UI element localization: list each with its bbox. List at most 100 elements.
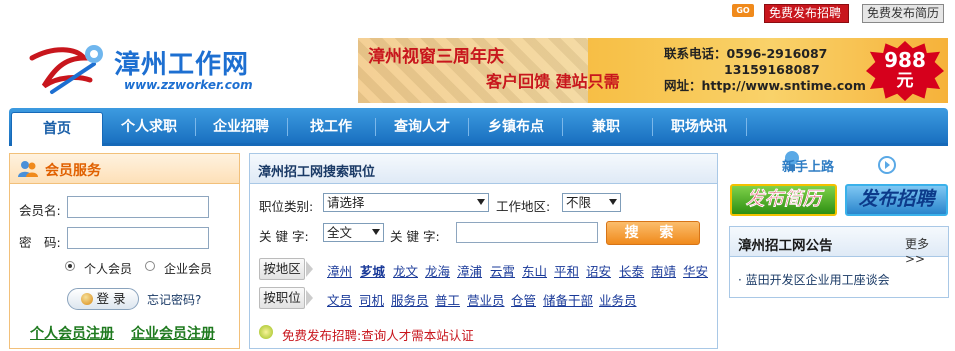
nav-find-job[interactable]: 找工作 <box>285 108 377 146</box>
nav-workplace-news[interactable]: 职场快讯 <box>653 108 745 146</box>
main-nav: 首页 个人求职 企业招聘 找工作 查询人才 乡镇布点 兼职 职场快讯 <box>9 108 948 146</box>
nav-search-talent[interactable]: 查询人才 <box>376 108 468 146</box>
area-tag[interactable]: 芗城 <box>360 261 385 280</box>
job-search-panel: 漳州招工网搜索职位 职位类别: 请选择 工作地区: 不限 关 键 字: 全文 关… <box>249 153 718 349</box>
banner-subtitle: 客户回馈 建站只需 <box>486 72 620 91</box>
keyword-type-label: 关 键 字: <box>259 229 309 244</box>
username-input[interactable] <box>67 196 209 218</box>
job-tag[interactable]: 文员 <box>327 290 352 309</box>
notice-link[interactable]: 免费发布招聘:查询人才需本站认证 <box>282 325 474 344</box>
logo-icon[interactable] <box>24 36 124 100</box>
radio-company-label: 企业会员 <box>164 262 213 276</box>
announcement-title: 漳州招工网公告 <box>738 238 833 254</box>
users-icon <box>18 161 38 177</box>
keyword-input[interactable] <box>456 222 598 243</box>
register-company-link[interactable]: 企业会员注册 <box>131 323 215 343</box>
banner-title: 漳州视窗三周年庆 <box>368 47 504 67</box>
go-badge-icon: GO <box>732 4 754 17</box>
search-button[interactable]: 搜 索 <box>606 221 700 245</box>
area-tag[interactable]: 龙文 <box>393 261 418 280</box>
area-tag[interactable]: 南靖 <box>651 261 676 280</box>
by-job-button[interactable]: 按职位 <box>259 287 305 309</box>
search-header: 漳州招工网搜索职位 <box>250 154 717 184</box>
banner-contact: 联系电话：0596-2916087 13159168087 网址：http://… <box>664 46 866 94</box>
job-tag[interactable]: 司机 <box>359 290 384 309</box>
password-input[interactable] <box>67 227 209 249</box>
area-select-value: 不限 <box>566 195 592 210</box>
announcement-item[interactable]: · 蓝田开发区企业用工座谈会 <box>738 271 890 288</box>
job-tag[interactable]: 普工 <box>435 290 460 309</box>
anniversary-banner[interactable]: 漳州视窗三周年庆 客户回馈 建站只需 联系电话：0596-2916087 131… <box>358 38 948 103</box>
by-area-button[interactable]: 按地区 <box>259 258 305 280</box>
job-tag[interactable]: 储备干部 <box>543 290 593 309</box>
announcement-header: 漳州招工网公告 更多>> <box>730 227 948 266</box>
more-link[interactable]: 更多>> <box>905 235 948 266</box>
member-title: 会员服务 <box>45 163 101 179</box>
price-value: 988 <box>884 48 926 72</box>
keyword-scope-select[interactable]: 全文 <box>323 223 384 242</box>
chevron-down-icon <box>609 199 617 205</box>
chevron-down-icon <box>477 199 485 205</box>
password-label: 密 码: <box>19 235 61 250</box>
publish-resume-button[interactable]: 免费发布简历 <box>862 4 944 23</box>
area-tag[interactable]: 漳州 <box>327 261 352 280</box>
register-personal-link[interactable]: 个人会员注册 <box>30 323 114 343</box>
price-unit: 元 <box>896 71 914 91</box>
job-tag[interactable]: 仓管 <box>511 290 536 309</box>
banner-website: 网址：http://www.sntime.com <box>664 78 866 93</box>
nav-home[interactable]: 首页 <box>11 112 103 146</box>
job-tags: 文员 司机 服务员 普工 营业员 仓管 储备干部 业务员 <box>327 290 717 309</box>
radio-personal-label: 个人会员 <box>84 262 133 276</box>
radio-personal[interactable] <box>65 261 75 271</box>
category-select-value: 请选择 <box>327 195 365 210</box>
nav-company-recruit[interactable]: 企业招聘 <box>195 108 287 146</box>
area-tag[interactable]: 平和 <box>554 261 579 280</box>
area-tag[interactable]: 龙海 <box>425 261 450 280</box>
keyword-scope-value: 全文 <box>327 225 353 240</box>
price-badge: 988 元 <box>866 41 944 101</box>
radio-company[interactable] <box>145 261 155 271</box>
area-label: 工作地区: <box>496 199 551 214</box>
area-tag[interactable]: 诏安 <box>586 261 611 280</box>
area-tag[interactable]: 漳浦 <box>457 261 482 280</box>
newbie-guide-link[interactable]: 新手上路 <box>782 156 834 175</box>
login-icon <box>80 293 93 305</box>
publish-job-button[interactable]: 免费发布招聘 <box>764 4 849 23</box>
job-tag[interactable]: 服务员 <box>391 290 429 309</box>
logo-name[interactable]: 漳州工作网 <box>114 44 249 81</box>
area-tag[interactable]: 华安 <box>683 261 708 280</box>
member-header: 会员服务 <box>10 154 239 184</box>
search-title: 漳州招工网搜索职位 <box>258 165 376 180</box>
banner-phone: 联系电话：0596-2916087 <box>664 46 828 61</box>
job-tag[interactable]: 业务员 <box>599 290 637 309</box>
arrow-right-icon <box>306 261 313 277</box>
banner-phone2: 13159168087 <box>724 62 820 77</box>
nav-town-points[interactable]: 乡镇布点 <box>470 108 562 146</box>
member-service-panel: 会员服务 会员名: 密 码: 个人会员 企业会员 登 录 忘记密码? 个人会员注… <box>9 153 240 349</box>
nav-divider <box>468 118 469 136</box>
username-label: 会员名: <box>19 203 61 218</box>
forgot-password-link[interactable]: 忘记密码? <box>147 291 201 308</box>
nav-divider <box>746 118 747 136</box>
publish-job-banner[interactable]: 发布招聘 <box>845 184 948 216</box>
publish-resume-banner[interactable]: 发布简历 <box>730 184 837 216</box>
area-tags: 漳州 芗城 龙文 龙海 漳浦 云霄 东山 平和 诏安 长泰 南靖 华安 <box>327 261 717 280</box>
category-select[interactable]: 请选择 <box>323 193 489 212</box>
category-label: 职位类别: <box>259 199 314 214</box>
logo-url[interactable]: www.zzworker.com <box>124 78 253 92</box>
announcement-panel: 漳州招工网公告 更多>> · 蓝田开发区企业用工座谈会 <box>729 226 949 298</box>
speaker-icon <box>259 325 273 339</box>
area-select[interactable]: 不限 <box>562 193 621 212</box>
login-button[interactable]: 登 录 <box>67 288 139 310</box>
arrow-right-icon <box>306 290 313 306</box>
arrow-circle-icon <box>878 156 896 174</box>
nav-part-time[interactable]: 兼职 <box>560 108 652 146</box>
keyword-label: 关 键 字: <box>390 229 440 244</box>
area-tag[interactable]: 云霄 <box>490 261 515 280</box>
login-label: 登 录 <box>96 291 126 306</box>
nav-personal-job[interactable]: 个人求职 <box>103 108 195 146</box>
area-tag[interactable]: 东山 <box>522 261 547 280</box>
job-tag[interactable]: 营业员 <box>467 290 505 309</box>
chevron-down-icon <box>372 229 380 235</box>
area-tag[interactable]: 长泰 <box>619 261 644 280</box>
